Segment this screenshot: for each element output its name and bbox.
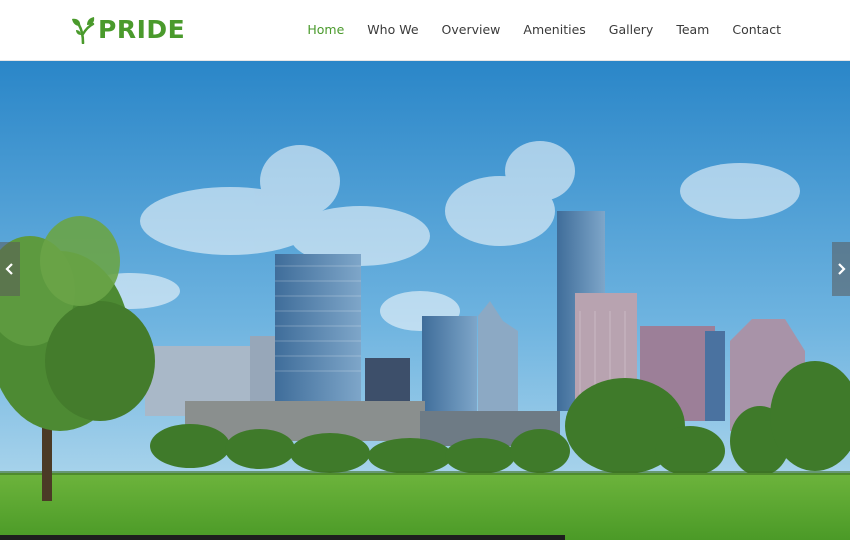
slider-progress-fill bbox=[0, 535, 566, 540]
logo[interactable]: PRIDE bbox=[70, 16, 185, 44]
slider-progress-bar bbox=[0, 535, 850, 540]
chevron-right-icon bbox=[838, 263, 846, 275]
logo-text: PRIDE bbox=[98, 15, 186, 44]
hero-slide-image bbox=[0, 61, 850, 540]
slider-next-button[interactable] bbox=[832, 242, 850, 296]
nav-amenities[interactable]: Amenities bbox=[523, 22, 585, 38]
nav-home[interactable]: Home bbox=[307, 22, 344, 38]
leaf-logo-icon bbox=[72, 17, 95, 44]
nav-team[interactable]: Team bbox=[676, 22, 709, 38]
nav-contact[interactable]: Contact bbox=[732, 22, 781, 38]
main-nav: Home Who We Overview Amenities Gallery T… bbox=[284, 22, 781, 38]
nav-gallery[interactable]: Gallery bbox=[609, 22, 654, 38]
slider-prev-button[interactable] bbox=[0, 242, 20, 296]
nav-who-we[interactable]: Who We bbox=[367, 22, 418, 38]
city-skyline-illustration bbox=[0, 61, 850, 540]
chevron-left-icon bbox=[5, 263, 13, 275]
site-header: PRIDE Home Who We Overview Amenities Gal… bbox=[0, 0, 850, 61]
nav-overview[interactable]: Overview bbox=[442, 22, 501, 38]
